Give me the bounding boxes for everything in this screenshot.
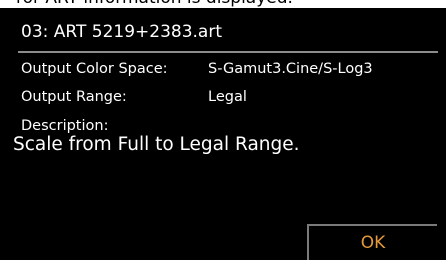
output-range-value: Legal — [208, 89, 247, 105]
ok-button-label: OK — [360, 233, 386, 253]
output-color-space-value: S-Gamut3.Cine/S-Log3 — [208, 61, 373, 77]
caption-text: ror ART information is displayed. — [16, 0, 293, 8]
dialog-title: 03: ART 5219+2383.art — [21, 22, 223, 42]
output-range-label: Output Range: — [21, 89, 127, 105]
art-info-dialog: 03: ART 5219+2383.art Output Color Space… — [10, 8, 438, 260]
output-color-space-label: Output Color Space: — [21, 61, 168, 77]
description-label: Description: — [21, 118, 109, 134]
description-text: Scale from Full to Legal Range. — [13, 134, 300, 155]
title-divider — [18, 51, 438, 53]
page-caption-strip: ror ART information is displayed. — [0, 0, 446, 8]
ok-button[interactable]: OK — [307, 224, 437, 260]
